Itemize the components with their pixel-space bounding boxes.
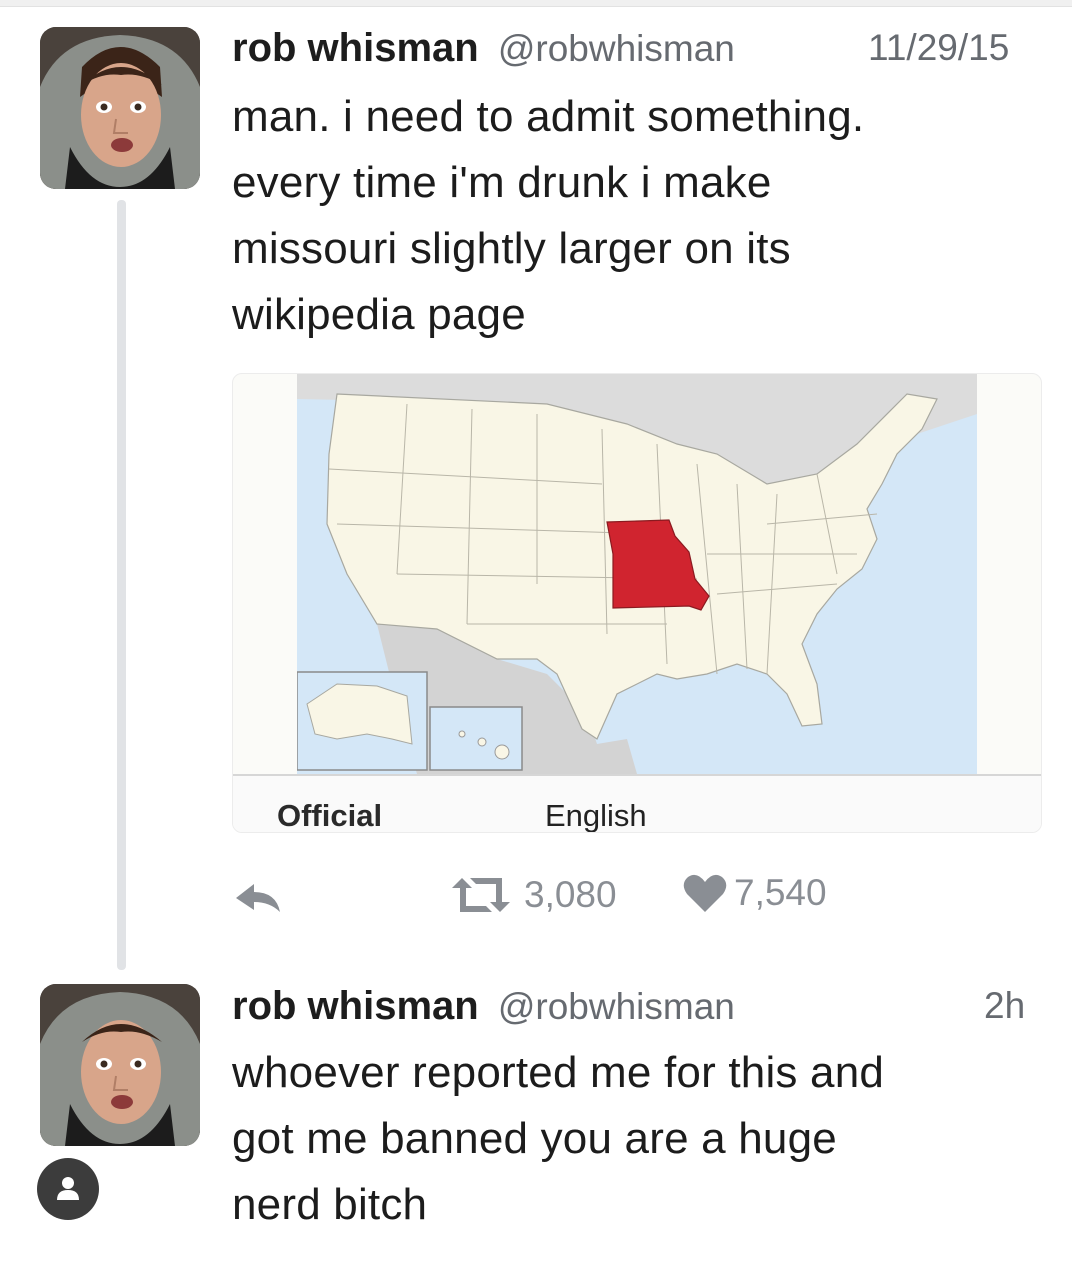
protected-account-badge [37,1158,99,1220]
tweet-text: man. i need to admit something. every ti… [232,84,1052,348]
us-map-image [297,374,977,774]
lock-icon [57,1177,79,1200]
avatar[interactable] [40,27,200,189]
author-handle[interactable]: @robwhisman [498,28,735,69]
like-button[interactable]: 7,540 [682,872,827,914]
like-count: 7,540 [734,872,827,913]
tweet-text-line: every time i'm drunk i make [232,158,772,207]
media-caption-row: Official English [233,774,1041,833]
retweet-icon [452,878,510,912]
tweet-media-image[interactable]: Official English [232,373,1042,833]
tweet-text-line: nerd bitch [232,1180,428,1229]
tweet-timestamp[interactable]: 11/29/15 [868,24,1009,72]
tweet-text-line: wikipedia page [232,290,526,339]
tweet-actions: 3,080 7,540 [232,872,932,928]
reply-icon [236,884,280,912]
retweet-count: 3,080 [524,874,617,915]
tweet-text-line: whoever reported me for this and [232,1048,885,1097]
retweet-button[interactable]: 3,080 [446,872,617,918]
author-name[interactable]: rob whisman [232,984,479,1028]
tweet-header: rob whisman @robwhisman [232,24,735,73]
tweet-timestamp[interactable]: 2h [984,982,1025,1030]
top-divider [0,0,1072,7]
thread-connector-line [117,200,126,970]
author-name[interactable]: rob whisman [232,26,479,70]
caption-official: Official [277,798,383,833]
tweet-header: rob whisman @robwhisman [232,982,735,1031]
reply-button[interactable] [232,878,284,918]
avatar[interactable] [40,984,200,1146]
tweet-text-line: got me banned you are a huge [232,1114,837,1163]
heart-icon [683,874,727,912]
tweet-text-line: man. i need to admit something. [232,92,865,141]
tweet-text-line: missouri slightly larger on its [232,224,791,273]
tweet-text: whoever reported me for this and got me … [232,1040,1052,1238]
author-handle[interactable]: @robwhisman [498,986,735,1027]
caption-english: English [545,798,647,833]
